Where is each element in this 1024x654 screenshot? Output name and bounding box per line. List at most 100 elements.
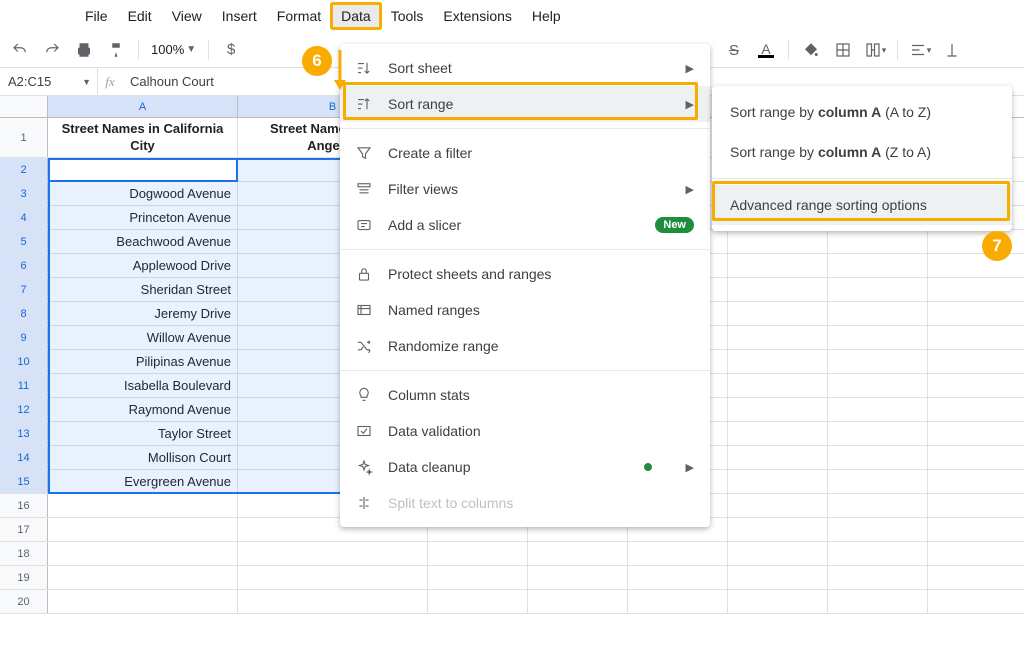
fill-color-button[interactable] xyxy=(797,36,825,64)
cell[interactable]: Raymond Avenue xyxy=(48,398,238,421)
cell[interactable] xyxy=(528,590,628,613)
cell[interactable] xyxy=(728,374,828,397)
cell[interactable] xyxy=(828,230,928,253)
cell[interactable] xyxy=(828,254,928,277)
menu-item-sort-sheet[interactable]: Sort sheet▶ xyxy=(340,50,710,86)
cell[interactable] xyxy=(48,566,238,589)
row-header[interactable]: 3 xyxy=(0,182,48,205)
menu-item-filter-views[interactable]: Filter views▶ xyxy=(340,171,710,207)
cell[interactable] xyxy=(728,326,828,349)
menu-data[interactable]: Data xyxy=(331,3,381,29)
submenu-item[interactable]: Sort range by column A (Z to A) xyxy=(712,132,1012,172)
cell[interactable] xyxy=(48,494,238,517)
cell[interactable] xyxy=(828,542,928,565)
menu-item-data-cleanup[interactable]: Data cleanup▶ xyxy=(340,449,710,485)
menu-item-column-stats[interactable]: Column stats xyxy=(340,377,710,413)
row-header[interactable]: 6 xyxy=(0,254,48,277)
cell[interactable] xyxy=(428,590,528,613)
row-header[interactable]: 7 xyxy=(0,278,48,301)
cell[interactable]: Applewood Drive xyxy=(48,254,238,277)
cell[interactable] xyxy=(828,422,928,445)
merge-cells-button[interactable]: ▾ xyxy=(861,36,889,64)
menu-file[interactable]: File xyxy=(75,3,118,29)
cell[interactable] xyxy=(828,470,928,493)
cell[interactable] xyxy=(728,398,828,421)
row-header[interactable]: 10 xyxy=(0,350,48,373)
cell[interactable] xyxy=(628,590,728,613)
cell[interactable] xyxy=(238,566,428,589)
cell[interactable] xyxy=(728,350,828,373)
cell[interactable] xyxy=(728,470,828,493)
row-header[interactable]: 15 xyxy=(0,470,48,493)
cell[interactable] xyxy=(728,302,828,325)
text-color-button[interactable]: A xyxy=(752,36,780,64)
cell[interactable]: Pilipinas Avenue xyxy=(48,350,238,373)
cell[interactable] xyxy=(238,542,428,565)
row-header[interactable]: 12 xyxy=(0,398,48,421)
cell[interactable]: Isabella Boulevard xyxy=(48,374,238,397)
cell[interactable] xyxy=(828,350,928,373)
cell[interactable] xyxy=(728,254,828,277)
row-header[interactable]: 16 xyxy=(0,494,48,517)
redo-button[interactable] xyxy=(38,36,66,64)
cell[interactable] xyxy=(728,278,828,301)
cell[interactable] xyxy=(828,518,928,541)
select-all-corner[interactable] xyxy=(0,96,48,117)
cell[interactable] xyxy=(828,446,928,469)
paint-format-button[interactable] xyxy=(102,36,130,64)
cell[interactable] xyxy=(48,542,238,565)
cell[interactable]: Evergreen Avenue xyxy=(48,470,238,493)
cell[interactable]: Sheridan Street xyxy=(48,278,238,301)
print-button[interactable] xyxy=(70,36,98,64)
strikethrough-button[interactable]: S xyxy=(720,36,748,64)
row-header[interactable]: 1 xyxy=(0,118,48,157)
row-header[interactable]: 14 xyxy=(0,446,48,469)
row-header[interactable]: 19 xyxy=(0,566,48,589)
row-header[interactable]: 18 xyxy=(0,542,48,565)
cell[interactable] xyxy=(528,566,628,589)
cell[interactable] xyxy=(48,590,238,613)
menu-item-create-a-filter[interactable]: Create a filter xyxy=(340,135,710,171)
menu-item-randomize-range[interactable]: Randomize range xyxy=(340,328,710,364)
cell[interactable] xyxy=(728,446,828,469)
row-header[interactable]: 4 xyxy=(0,206,48,229)
name-box[interactable]: A2:C15▼ xyxy=(0,68,98,95)
menu-item-protect-sheets-and-ranges[interactable]: Protect sheets and ranges xyxy=(340,256,710,292)
cell[interactable]: Mollison Court xyxy=(48,446,238,469)
menu-item-add-a-slicer[interactable]: Add a slicerNew xyxy=(340,207,710,243)
row-header[interactable]: 2 xyxy=(0,158,48,181)
undo-button[interactable] xyxy=(6,36,34,64)
cell[interactable]: Willow Avenue xyxy=(48,326,238,349)
menu-format[interactable]: Format xyxy=(267,3,331,29)
menu-item-data-validation[interactable]: Data validation xyxy=(340,413,710,449)
cell[interactable] xyxy=(628,542,728,565)
menu-edit[interactable]: Edit xyxy=(118,3,162,29)
cell[interactable] xyxy=(728,542,828,565)
cell[interactable]: Beachwood Avenue xyxy=(48,230,238,253)
cell[interactable] xyxy=(828,494,928,517)
cell[interactable] xyxy=(828,278,928,301)
cell[interactable] xyxy=(828,302,928,325)
cell[interactable] xyxy=(528,542,628,565)
cell[interactable] xyxy=(828,398,928,421)
cell[interactable]: Calhoun Court xyxy=(48,158,238,181)
row-header[interactable]: 20 xyxy=(0,590,48,613)
cell[interactable] xyxy=(48,518,238,541)
menu-item-sort-range[interactable]: Sort range▶ xyxy=(340,86,710,122)
menu-view[interactable]: View xyxy=(162,3,212,29)
menu-insert[interactable]: Insert xyxy=(212,3,267,29)
row-header[interactable]: 13 xyxy=(0,422,48,445)
menu-item-named-ranges[interactable]: Named ranges xyxy=(340,292,710,328)
row-header[interactable]: 11 xyxy=(0,374,48,397)
cell[interactable]: Jeremy Drive xyxy=(48,302,238,325)
menu-extensions[interactable]: Extensions xyxy=(433,3,521,29)
row-header[interactable]: 5 xyxy=(0,230,48,253)
cell[interactable]: Dogwood Avenue xyxy=(48,182,238,205)
cell[interactable] xyxy=(238,590,428,613)
cell[interactable] xyxy=(728,422,828,445)
row-header[interactable]: 9 xyxy=(0,326,48,349)
cell[interactable] xyxy=(828,326,928,349)
format-currency-button[interactable]: $ xyxy=(217,36,245,64)
zoom-selector[interactable]: 100%▼ xyxy=(147,42,200,57)
cell[interactable] xyxy=(428,542,528,565)
